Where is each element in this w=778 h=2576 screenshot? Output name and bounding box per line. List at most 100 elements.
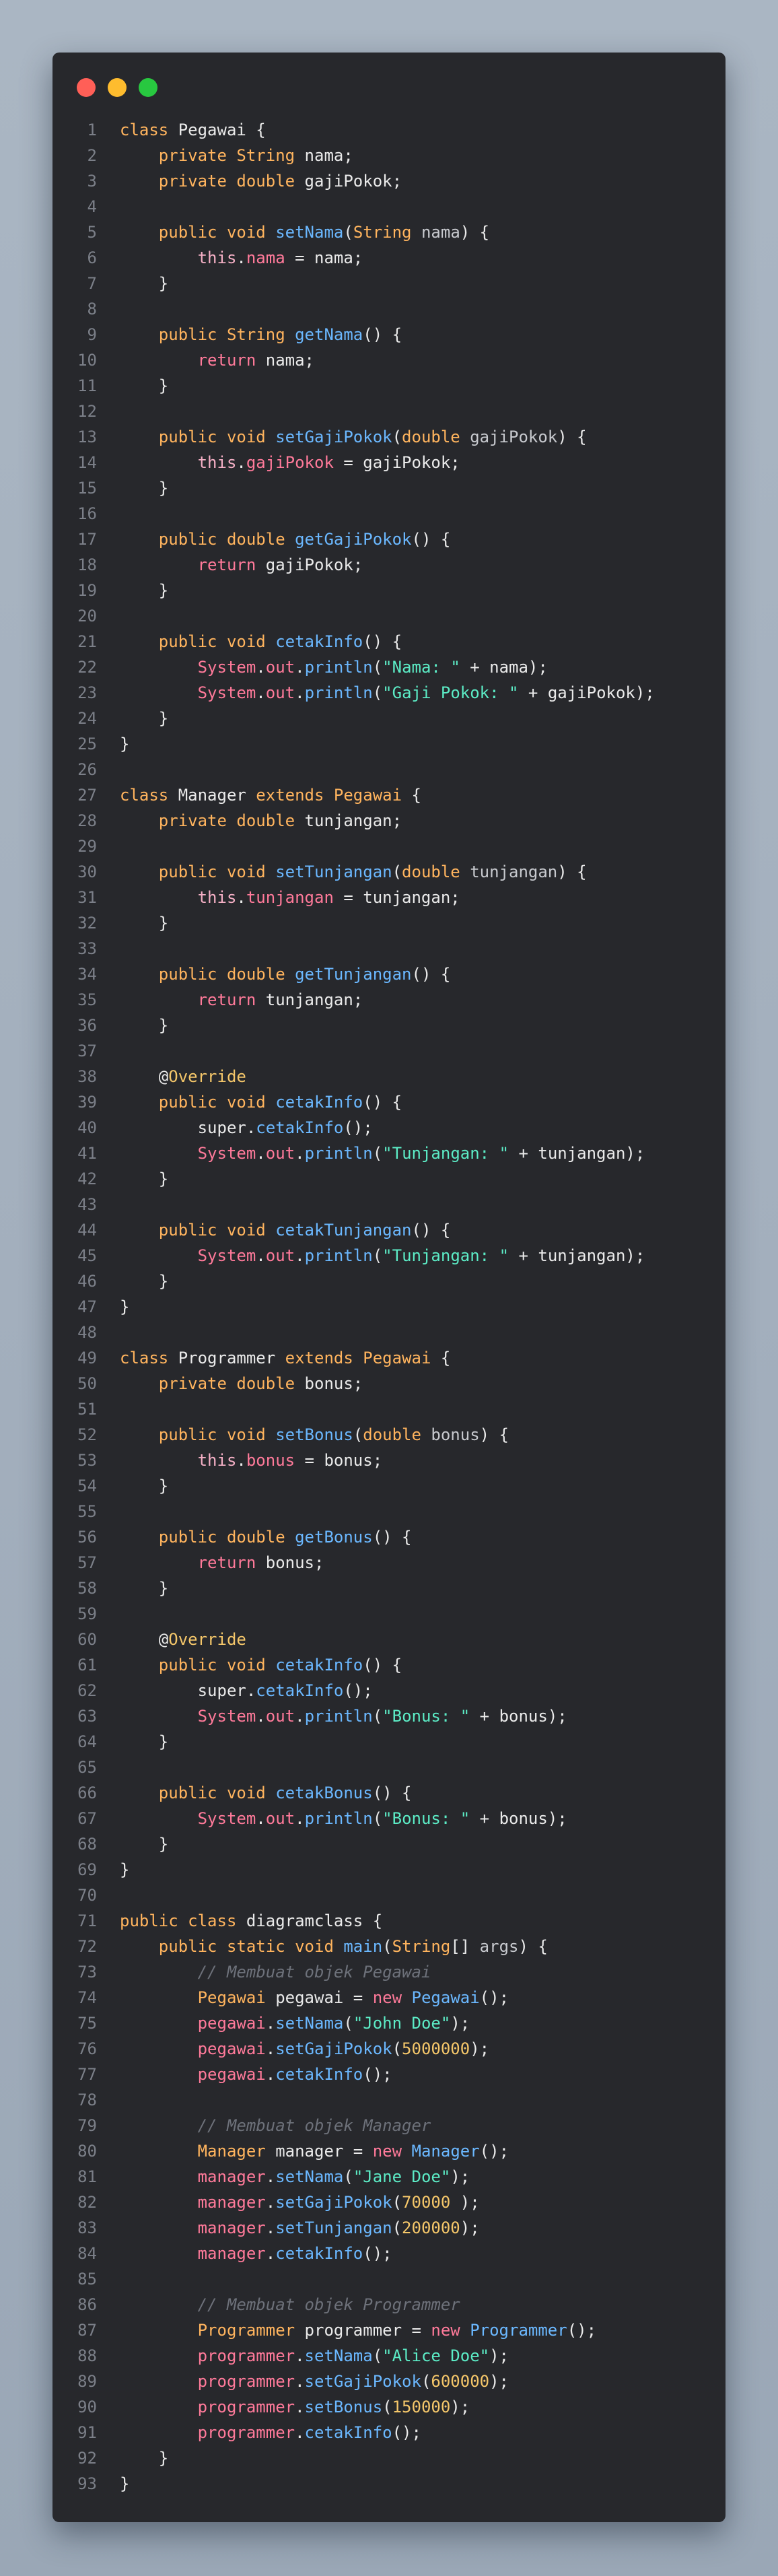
line-source: public double getTunjangan() { [97, 961, 726, 987]
code-token: . [236, 453, 246, 472]
code-token: ( [421, 2372, 431, 2391]
line-number: 44 [77, 1221, 97, 1240]
code-token: // Membuat objek Pegawai [197, 1963, 431, 1981]
line-source: System.out.println("Bonus: " + bonus); [97, 1806, 726, 1831]
code-token: ( [353, 1425, 363, 1444]
code-token: . [265, 2065, 276, 2084]
code-token: this [197, 888, 237, 907]
close-button[interactable] [77, 78, 96, 97]
code-token: () { [363, 1093, 402, 1112]
code-line: 41 System.out.println("Tunjangan: " + tu… [52, 1141, 726, 1166]
code-line: 46 } [52, 1268, 726, 1294]
maximize-button[interactable] [139, 78, 157, 97]
line-source: } [97, 1729, 726, 1755]
line-number: 12 [77, 402, 97, 421]
code-token: } [120, 1860, 130, 1879]
code-token: 70000 [402, 2193, 451, 2212]
code-token: ( [372, 658, 383, 677]
minimize-button[interactable] [108, 78, 127, 97]
line-source: this.bonus = bonus; [97, 1448, 726, 1473]
code-token: } [120, 914, 169, 933]
code-token: void [226, 1221, 266, 1240]
line-number: 16 [77, 504, 97, 523]
code-token: ); [470, 2039, 490, 2058]
code-token: ( [392, 2218, 402, 2237]
line-source: System.out.println("Gaji Pokok: " + gaji… [97, 680, 726, 706]
code-line: 57 return bonus; [52, 1550, 726, 1575]
line-number: 40 [77, 1118, 97, 1137]
code-token: private [158, 146, 227, 165]
line-source: public void setNama(String nama) { [97, 219, 726, 245]
code-token: (); [392, 2423, 421, 2442]
code-token: . [295, 2372, 305, 2391]
code-token: . [256, 1144, 266, 1163]
code-token: pegawai [197, 2065, 266, 2084]
line-source: } [97, 1268, 726, 1294]
code-token: getBonus [295, 1528, 373, 1547]
code-token: private [158, 172, 227, 191]
code-token: out [265, 1144, 295, 1163]
code-line: 40 super.cetakInfo(); [52, 1115, 726, 1141]
code-token: (); [567, 2321, 597, 2340]
line-number: 56 [77, 1528, 97, 1547]
line-source: class Pegawai { [97, 117, 726, 143]
code-token: () { [411, 965, 451, 984]
line-number: 59 [77, 1604, 97, 1623]
line-number: 25 [77, 735, 97, 753]
code-token: = bonus; [295, 1451, 383, 1470]
code-line: 12 [52, 399, 726, 424]
code-line: 73 // Membuat objek Pegawai [52, 1959, 726, 1985]
code-token: ( [392, 862, 402, 881]
line-source: System.out.println("Tunjangan: " + tunja… [97, 1243, 726, 1268]
code-token: void [226, 1656, 266, 1674]
line-source [97, 1883, 726, 1908]
line-source: programmer.setBonus(150000); [97, 2394, 726, 2420]
code-token: tunjangan; [295, 811, 402, 830]
line-source [97, 834, 726, 859]
code-line: 19 } [52, 578, 726, 603]
code-token: this [197, 248, 237, 267]
line-source: System.out.println("Bonus: " + bonus); [97, 1703, 726, 1729]
line-number: 22 [77, 658, 97, 677]
code-token: . [295, 1246, 305, 1265]
code-token: System [197, 658, 256, 677]
line-number: 70 [77, 1886, 97, 1905]
code-token: public [158, 223, 217, 242]
code-token: Override [168, 1630, 246, 1649]
code-token: extends [256, 786, 324, 805]
code-token: setGajiPokok [275, 2039, 392, 2058]
line-source: public void setGajiPokok(double gajiPoko… [97, 424, 726, 450]
line-source: super.cetakInfo(); [97, 1678, 726, 1703]
code-line: 3 private double gajiPokok; [52, 168, 726, 194]
code-line: 31 this.tunjangan = tunjangan; [52, 885, 726, 910]
code-token: class [188, 1911, 237, 1930]
code-token: } [120, 1835, 169, 1854]
code-token: } [120, 1477, 169, 1495]
line-source: public void cetakTunjangan() { [97, 1217, 726, 1243]
code-line: 55 [52, 1499, 726, 1524]
code-token: () { [372, 1784, 412, 1802]
code-line: 93} [52, 2471, 726, 2497]
code-token: cetakInfo [275, 2244, 363, 2263]
code-token: Pegawai [197, 1988, 266, 2007]
code-token: nama [421, 223, 460, 242]
code-token: cetakInfo [275, 2065, 363, 2084]
code-token: main [343, 1937, 383, 1956]
code-line: 11 } [52, 373, 726, 399]
code-token: getGajiPokok [295, 530, 412, 549]
code-line: 38 @Override [52, 1064, 726, 1089]
code-token: "Gaji Pokok: " [382, 683, 519, 702]
code-token: "Jane Doe" [353, 2167, 451, 2186]
code-line: 63 System.out.println("Bonus: " + bonus)… [52, 1703, 726, 1729]
line-source [97, 1601, 726, 1627]
code-line: 42 } [52, 1166, 726, 1192]
code-token: class [120, 121, 169, 139]
line-number: 50 [77, 1374, 97, 1393]
line-number: 68 [77, 1835, 97, 1854]
